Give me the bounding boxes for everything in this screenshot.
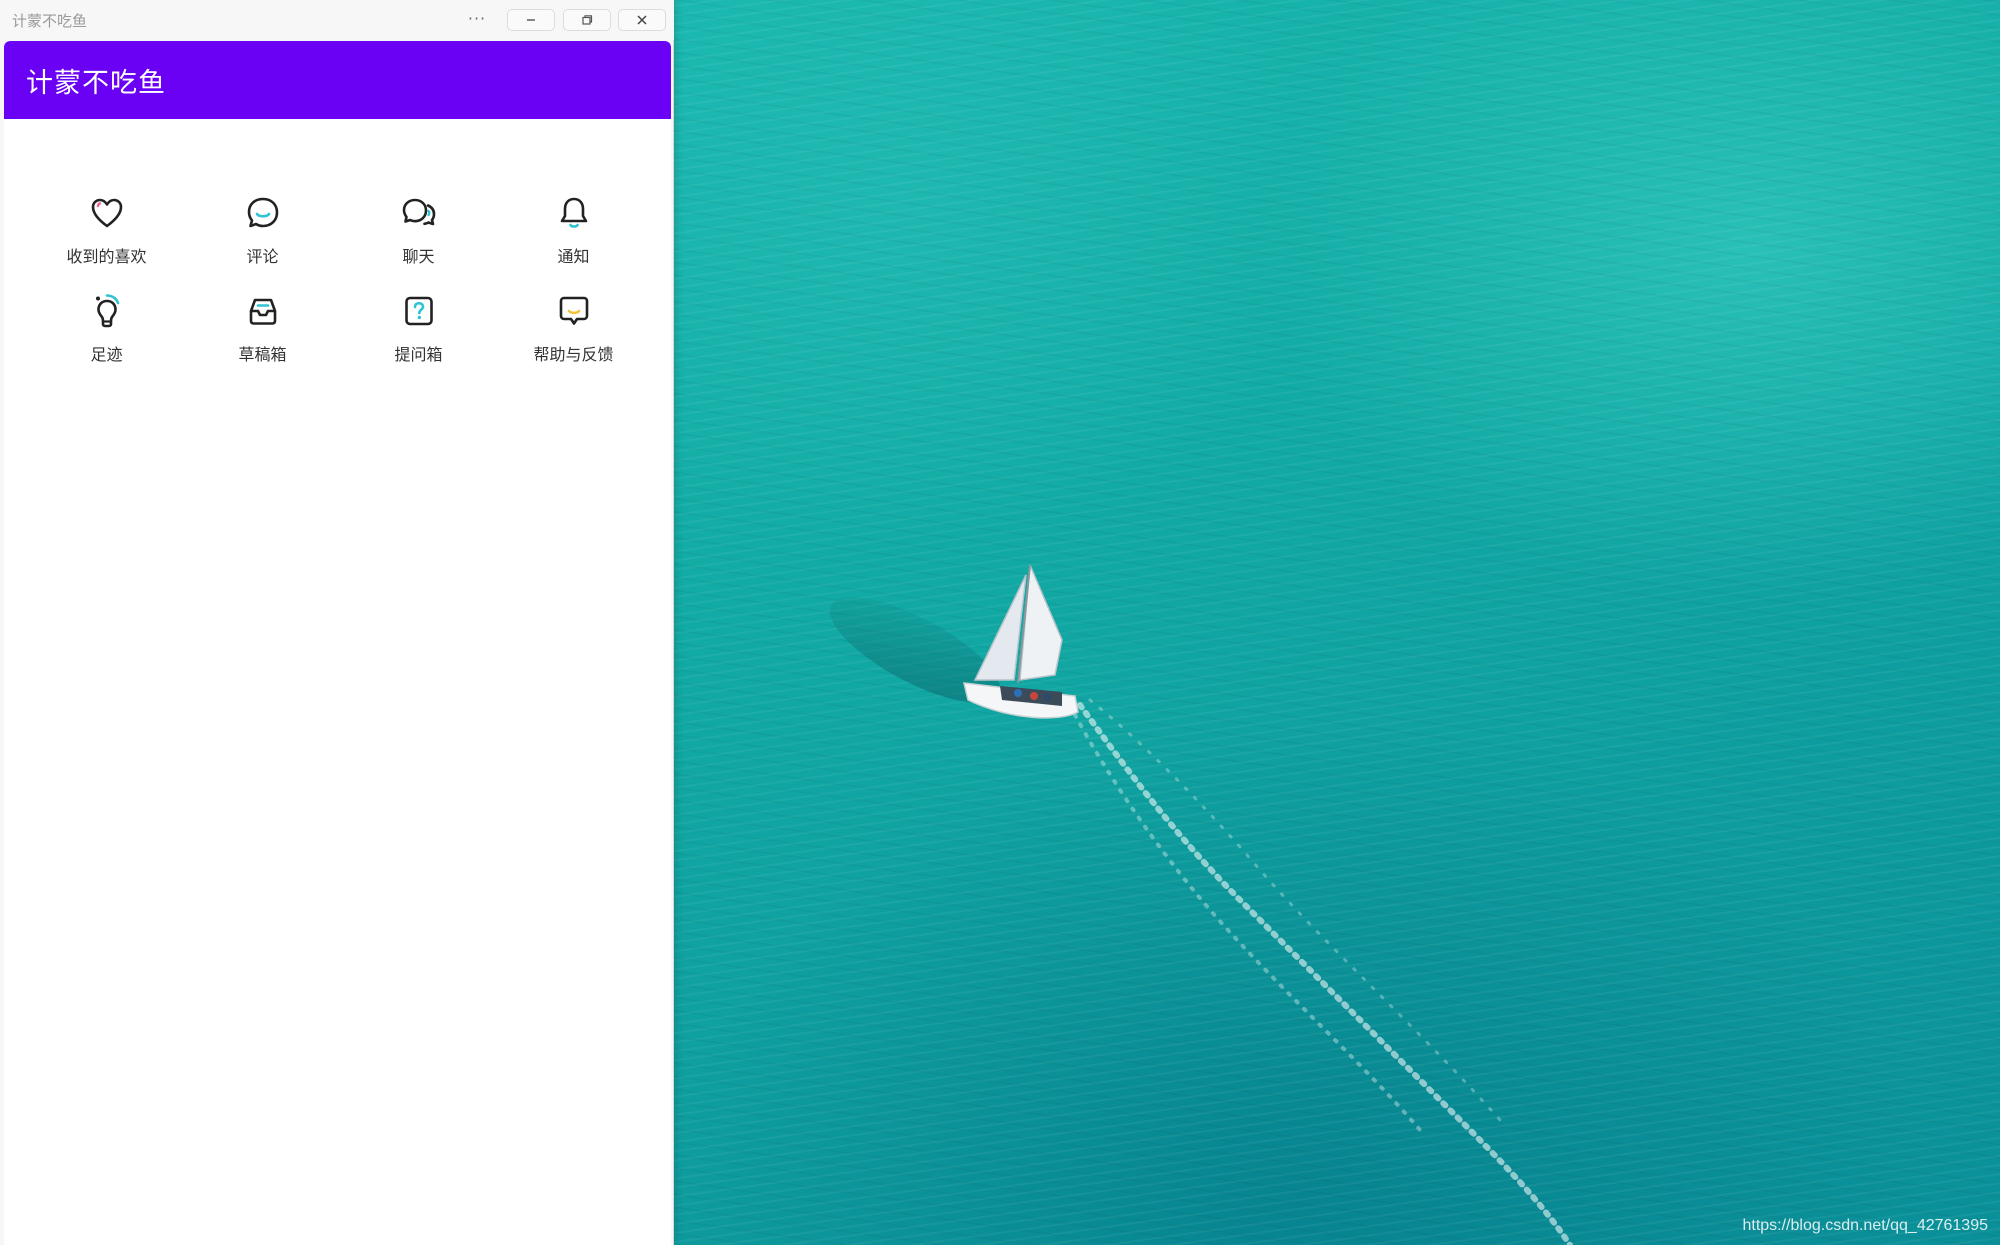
menu-item-label: 评论	[246, 247, 279, 266]
menu-item-chat[interactable]: 聊天	[341, 193, 496, 283]
close-icon	[637, 15, 647, 25]
menu-item-label: 收到的喜欢	[66, 247, 147, 266]
app-window: 计蒙不吃鱼 ··· 计蒙不吃鱼 收到的喜欢 评论 聊天 通知 足迹 草稿箱 提问…	[0, 0, 674, 1245]
footprint-bulb-icon	[95, 294, 119, 328]
menu-item-question-box[interactable]: 提问箱	[341, 291, 496, 381]
menu-item-label: 帮助与反馈	[533, 345, 614, 364]
more-options-button[interactable]: ···	[462, 8, 492, 32]
menu-item-footprints[interactable]: 足迹	[29, 291, 184, 381]
watermark-text: https://blog.csdn.net/qq_42761395	[1742, 1217, 1988, 1234]
minimize-button[interactable]	[507, 9, 555, 31]
heart-icon	[91, 198, 122, 228]
app-header: 计蒙不吃鱼	[4, 41, 671, 119]
minimize-icon	[527, 19, 535, 21]
menu-item-label: 提问箱	[394, 345, 443, 364]
window-title: 计蒙不吃鱼	[12, 12, 88, 30]
app-content: 计蒙不吃鱼 收到的喜欢 评论 聊天 通知 足迹 草稿箱 提问箱 帮助与反馈	[4, 41, 671, 1245]
restore-icon	[582, 15, 593, 25]
close-button[interactable]	[618, 9, 666, 31]
menu-item-comments[interactable]: 评论	[185, 193, 340, 283]
bell-icon	[560, 197, 587, 228]
menu-item-label: 聊天	[402, 247, 435, 266]
menu-item-label: 足迹	[90, 345, 123, 364]
menu-item-notifications[interactable]: 通知	[496, 193, 651, 283]
chat-icon	[402, 198, 435, 226]
restore-button[interactable]	[563, 9, 611, 31]
menu-item-label: 草稿箱	[238, 345, 287, 364]
menu-item-likes[interactable]: 收到的喜欢	[29, 193, 184, 283]
comment-icon	[247, 197, 278, 228]
menu-item-label: 通知	[557, 247, 590, 266]
menu-item-help-feedback[interactable]: 帮助与反馈	[496, 291, 651, 381]
menu-item-drafts[interactable]: 草稿箱	[185, 291, 340, 381]
window-titlebar[interactable]: 计蒙不吃鱼 ···	[0, 0, 674, 40]
question-box-icon	[404, 296, 433, 326]
feedback-message-icon	[559, 296, 588, 325]
inbox-tray-icon	[249, 298, 276, 325]
header-title: 计蒙不吃鱼	[26, 67, 166, 99]
